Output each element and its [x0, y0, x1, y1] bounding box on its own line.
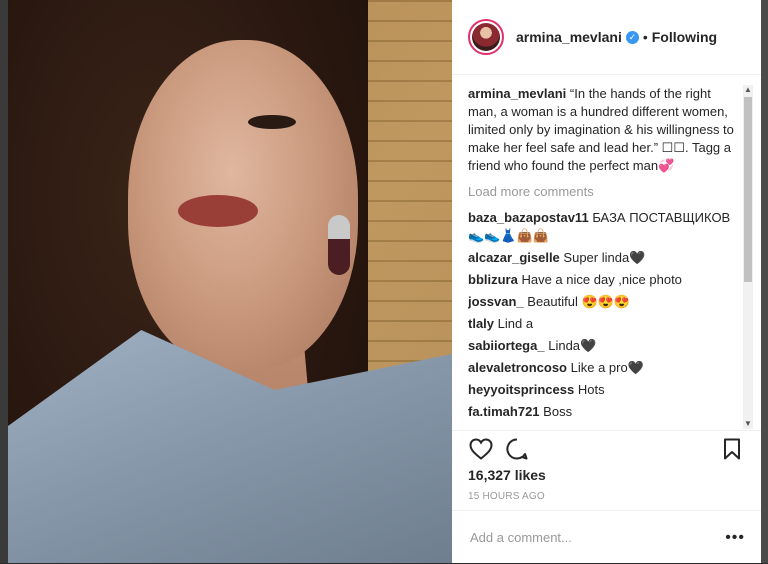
comment-item: heyyoitsprincess Hots: [468, 381, 738, 399]
photo-eye: [248, 115, 296, 129]
caption-username[interactable]: armina_mevlani: [468, 86, 566, 101]
comment-text: Lind a: [497, 316, 534, 331]
bookmark-icon: [724, 438, 740, 460]
post-caption: armina_mevlani “In the hands of the righ…: [468, 85, 738, 175]
photo-earring: [328, 215, 350, 275]
action-bar: [452, 430, 761, 467]
comment-text: Boss: [543, 404, 573, 419]
photo-lips: [178, 195, 258, 227]
comment-item: alevaletroncoso Like a pro🖤: [468, 359, 738, 377]
comment-username[interactable]: tlaly: [468, 316, 494, 331]
comment-item: fa.timah721 Boss: [468, 403, 738, 421]
comment-text: Like a pro🖤: [570, 360, 644, 375]
scrollbar-thumb[interactable]: [744, 97, 752, 282]
avatar-image: [472, 23, 500, 51]
like-button[interactable]: [466, 434, 496, 464]
comment-username[interactable]: fa.timah721: [468, 404, 540, 419]
likes-count[interactable]: 16,327 likes: [468, 467, 546, 483]
comment-item: tlaly Lind a: [468, 315, 738, 333]
comment-username[interactable]: alevaletroncoso: [468, 360, 567, 375]
separator-dot: •: [642, 29, 648, 45]
comment-username[interactable]: alcazar_giselle: [468, 250, 560, 265]
speech-bubble-icon: [506, 438, 528, 460]
comment-username[interactable]: jossvan_: [468, 294, 524, 309]
comment-username[interactable]: bblizura: [468, 272, 518, 287]
author-username[interactable]: armina_mevlani: [516, 29, 622, 45]
comment-text: Beautiful 😍😍😍: [527, 294, 631, 309]
comment-text: Super linda🖤: [563, 250, 646, 265]
backdrop-right: [760, 0, 768, 563]
comment-item: sabiiortega_ Linda🖤: [468, 337, 738, 355]
load-more-comments-button[interactable]: Load more comments: [468, 183, 738, 201]
more-options-icon[interactable]: •••: [725, 529, 745, 547]
comment-text: Linda🖤: [548, 338, 597, 353]
following-button[interactable]: Following: [652, 29, 717, 45]
comment-username[interactable]: sabiiortega_: [468, 338, 545, 353]
post-photo[interactable]: [8, 0, 452, 563]
heart-icon: [469, 438, 493, 460]
comment-item: jossvan_ Beautiful 😍😍😍: [468, 293, 738, 311]
post-modal: armina_mevlani ✓ • Following armina_mevl…: [8, 0, 761, 563]
scroll-up-arrow-icon[interactable]: ▲: [744, 85, 752, 95]
verified-badge-icon: ✓: [625, 30, 639, 44]
post-side-panel: armina_mevlani ✓ • Following armina_mevl…: [452, 0, 761, 563]
comment-button[interactable]: [502, 434, 532, 464]
comments-scrollbar[interactable]: ▲ ▼: [743, 85, 753, 429]
add-comment-input[interactable]: [468, 529, 717, 546]
comment-item: alcazar_giselle Super linda🖤: [468, 249, 738, 267]
comment-item: bblizura Have a nice day ,nice photo: [468, 271, 738, 289]
comment-username[interactable]: baza_bazapostav11: [468, 210, 589, 225]
scroll-down-arrow-icon[interactable]: ▼: [744, 419, 752, 429]
comment-text: Hots: [577, 382, 605, 397]
post-timestamp: 15 HOURS AGO: [468, 491, 545, 502]
comments-list[interactable]: armina_mevlani “In the hands of the righ…: [468, 85, 738, 429]
comment-username[interactable]: heyyoitsprincess: [468, 382, 574, 397]
comment-text: Have a nice day ,nice photo: [521, 272, 682, 287]
post-header: armina_mevlani ✓ • Following: [452, 0, 761, 75]
comment-item: baza_bazapostav11 БАЗА ПОСТАВЩИКОВ 👟👟👗👜👜: [468, 209, 738, 245]
save-button[interactable]: [717, 434, 747, 464]
add-comment-bar: •••: [452, 510, 761, 564]
avatar[interactable]: [468, 19, 504, 55]
